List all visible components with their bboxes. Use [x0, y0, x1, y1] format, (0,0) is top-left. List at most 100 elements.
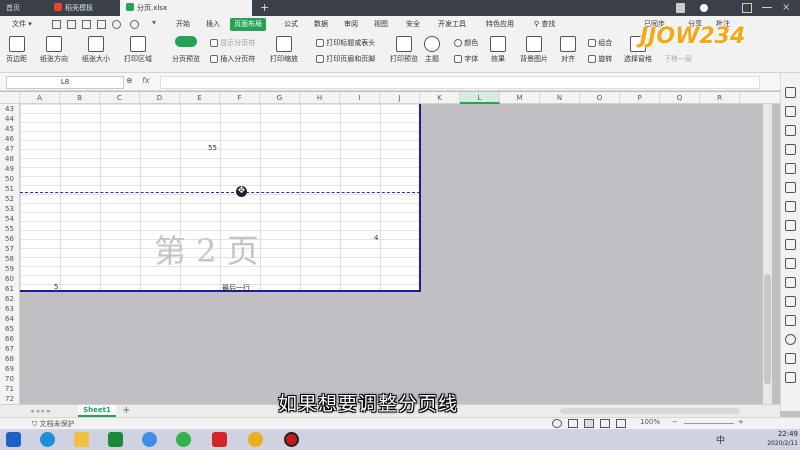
row-header[interactable]: 45	[0, 124, 20, 134]
row-header[interactable]: 55	[0, 224, 20, 234]
row-header[interactable]: 72	[0, 394, 20, 404]
row-header[interactable]: 50	[0, 174, 20, 184]
column-header[interactable]: F	[220, 92, 260, 104]
row-header[interactable]: 54	[0, 214, 20, 224]
folder-icon[interactable]	[74, 432, 89, 447]
column-header[interactable]: D	[140, 92, 180, 104]
download-icon[interactable]	[785, 258, 796, 269]
theme-button[interactable]: 主题	[424, 36, 440, 64]
name-box[interactable]: L8	[6, 76, 124, 89]
page-layout-view-icon[interactable]	[600, 419, 610, 428]
group-button[interactable]: 组合	[588, 38, 612, 48]
row-header[interactable]: 44	[0, 114, 20, 124]
expand-icon[interactable]	[785, 353, 796, 364]
menu-page-layout[interactable]: 页面布局	[230, 18, 266, 31]
reading-view-icon[interactable]	[616, 419, 626, 428]
column-header[interactable]: I	[340, 92, 380, 104]
column-header-selected[interactable]: L	[460, 92, 500, 104]
export-icon[interactable]	[67, 20, 76, 29]
rotate-button[interactable]: 旋转	[588, 54, 612, 64]
colors-button[interactable]: 颜色	[454, 38, 478, 48]
store-icon[interactable]	[108, 432, 123, 447]
clock-date[interactable]: 2020/2/11	[754, 440, 798, 447]
print-zoom-button[interactable]: 打印缩放	[270, 36, 298, 64]
filter-icon[interactable]	[785, 201, 796, 212]
margins-button[interactable]: 页边距	[6, 36, 27, 64]
menu-view[interactable]: 视图	[370, 18, 392, 31]
row-header[interactable]: 70	[0, 374, 20, 384]
new-tab-button[interactable]: +	[254, 0, 270, 16]
tab-document[interactable]: 分页.xlsx	[120, 0, 252, 16]
column-header[interactable]: K	[420, 92, 460, 104]
record-icon[interactable]	[785, 315, 796, 326]
fonts-button[interactable]: 字体	[454, 54, 478, 64]
column-header[interactable]: H	[300, 92, 340, 104]
menu-insert[interactable]: 插入	[202, 18, 224, 31]
send-backward-button[interactable]: 下移一层	[664, 54, 692, 64]
orientation-button[interactable]: 纸张方向	[40, 36, 68, 64]
chrome-icon[interactable]	[248, 432, 263, 447]
close-icon[interactable]: ×	[782, 2, 790, 13]
minimize-icon[interactable]	[762, 7, 772, 8]
column-header[interactable]: P	[620, 92, 660, 104]
header-footer-button[interactable]: 打印页眉和页脚	[316, 54, 375, 64]
zoom-out-button[interactable]: −	[672, 418, 678, 426]
row-header[interactable]: 59	[0, 264, 20, 274]
more-icon[interactable]: ▾	[152, 18, 156, 27]
background-image-button[interactable]: 背景图片	[520, 36, 548, 64]
start-icon[interactable]	[6, 432, 21, 447]
undo-icon[interactable]	[112, 20, 121, 29]
menu-developer[interactable]: 开发工具	[434, 18, 470, 31]
restore-icon[interactable]	[742, 3, 752, 13]
row-header[interactable]: 53	[0, 204, 20, 214]
column-header[interactable]: E	[180, 92, 220, 104]
menu-review[interactable]: 审阅	[340, 18, 362, 31]
page-break-line[interactable]	[20, 192, 420, 193]
cell-b61[interactable]: 5	[54, 283, 58, 291]
zoom-icon[interactable]: ⊕	[126, 76, 133, 85]
tab-docer-templates[interactable]: 稻壳模板	[48, 0, 120, 16]
align-button[interactable]: 对齐	[560, 36, 576, 64]
row-header[interactable]: 57	[0, 244, 20, 254]
row-header[interactable]: 61	[0, 284, 20, 294]
menu-special[interactable]: 特色应用	[482, 18, 518, 31]
avatar[interactable]	[700, 4, 708, 12]
print-icon[interactable]	[82, 20, 91, 29]
help-icon[interactable]	[785, 334, 796, 345]
zoom-level[interactable]: 100%	[640, 418, 660, 426]
row-header[interactable]: 46	[0, 134, 20, 144]
print-preview-button[interactable]: 打印预览	[390, 36, 418, 64]
show-page-breaks-checkbox[interactable]: 显示分页符	[210, 38, 255, 48]
ime-indicator[interactable]: 中	[716, 433, 725, 446]
shape-icon[interactable]	[785, 125, 796, 136]
column-header[interactable]: Q	[660, 92, 700, 104]
effects-button[interactable]: 效果	[490, 36, 506, 64]
cursor-icon[interactable]	[785, 87, 796, 98]
row-header[interactable]: 52	[0, 194, 20, 204]
location-icon[interactable]	[785, 239, 796, 250]
column-header[interactable]: N	[540, 92, 580, 104]
cell-e47[interactable]: 55	[208, 144, 217, 152]
column-header[interactable]: R	[700, 92, 740, 104]
column-header[interactable]: B	[60, 92, 100, 104]
sort-icon[interactable]	[785, 182, 796, 193]
zoom-slider[interactable]	[684, 423, 734, 424]
row-header[interactable]: 62	[0, 294, 20, 304]
row-header[interactable]: 49	[0, 164, 20, 174]
row-header[interactable]: 63	[0, 304, 20, 314]
column-header[interactable]: C	[100, 92, 140, 104]
save-icon[interactable]	[52, 20, 61, 29]
column-header[interactable]: O	[580, 92, 620, 104]
search-box[interactable]: ⚲ 查找	[530, 18, 559, 31]
fx-icon[interactable]: fx	[142, 76, 150, 85]
normal-view-icon[interactable]	[568, 419, 578, 428]
table-icon[interactable]	[785, 144, 796, 155]
style-icon[interactable]	[785, 106, 796, 117]
format-icon[interactable]	[785, 163, 796, 174]
redo-icon[interactable]	[130, 20, 139, 29]
column-header[interactable]: A	[20, 92, 60, 104]
column-header[interactable]: G	[260, 92, 300, 104]
vertical-scrollbar[interactable]	[763, 104, 772, 404]
row-header[interactable]: 58	[0, 254, 20, 264]
row-header[interactable]: 60	[0, 274, 20, 284]
